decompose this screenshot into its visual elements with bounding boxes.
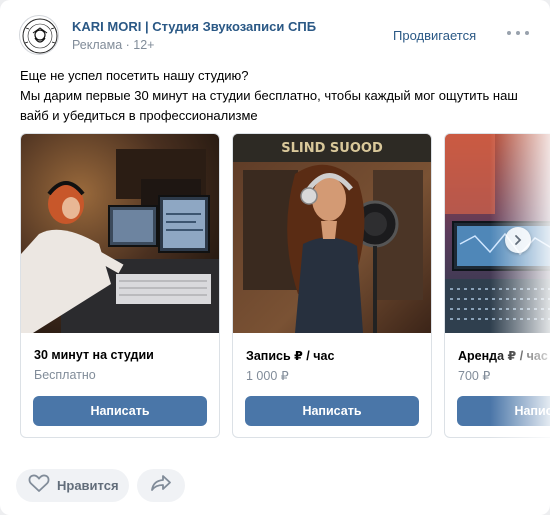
- product-card[interactable]: 30 минут на студии Бесплатно Написать: [20, 133, 220, 438]
- post-text-line: Еще не успел посетить нашу студию?: [20, 68, 249, 83]
- promote-status-link[interactable]: Продвигается: [393, 28, 476, 43]
- ad-post: KARI MORI | Студия Звукозаписи СПБ Рекла…: [0, 0, 550, 515]
- product-title: Аренда ₽ / час: [458, 349, 548, 363]
- product-price: 700 ₽: [458, 369, 491, 383]
- product-image[interactable]: [445, 134, 550, 333]
- like-label: Нравится: [57, 478, 119, 493]
- write-button[interactable]: Написать: [245, 396, 419, 426]
- share-icon: [150, 474, 172, 497]
- share-button[interactable]: [137, 469, 185, 502]
- post-text: Еще не успел посетить нашу студию? Мы да…: [20, 66, 535, 126]
- product-price: 1 000 ₽: [246, 369, 289, 383]
- avatar[interactable]: [19, 15, 59, 55]
- post-text-line: вайб и убедиться в профессионализме: [20, 108, 258, 123]
- product-title: 30 минут на студии: [34, 348, 154, 362]
- more-icon[interactable]: [507, 26, 529, 40]
- author-link[interactable]: KARI MORI | Студия Звукозаписи СПБ: [72, 19, 316, 34]
- product-card[interactable]: Аренда ₽ / час 700 ₽ Написать: [444, 133, 550, 438]
- post-meta: Реклама · 12+: [72, 38, 155, 52]
- post-text-line: Мы дарим первые 30 минут на студии беспл…: [20, 88, 518, 103]
- product-image[interactable]: [21, 134, 219, 333]
- like-button[interactable]: Нравится: [16, 469, 129, 502]
- product-card[interactable]: SLIND SUOOD Запись ₽ / час 1 000 ₽ Напис…: [232, 133, 432, 438]
- product-image[interactable]: SLIND SUOOD: [233, 134, 431, 333]
- heart-icon: [28, 473, 50, 498]
- product-title: Запись ₽ / час: [246, 349, 335, 363]
- write-button[interactable]: Написать: [33, 396, 207, 426]
- image-sign-text: SLIND SUOOD: [281, 141, 383, 156]
- product-price: Бесплатно: [34, 368, 96, 382]
- chevron-right-icon[interactable]: [505, 227, 531, 253]
- write-button[interactable]: Написать: [457, 396, 550, 426]
- product-carousel[interactable]: 30 минут на студии Бесплатно Написать SL…: [0, 133, 550, 439]
